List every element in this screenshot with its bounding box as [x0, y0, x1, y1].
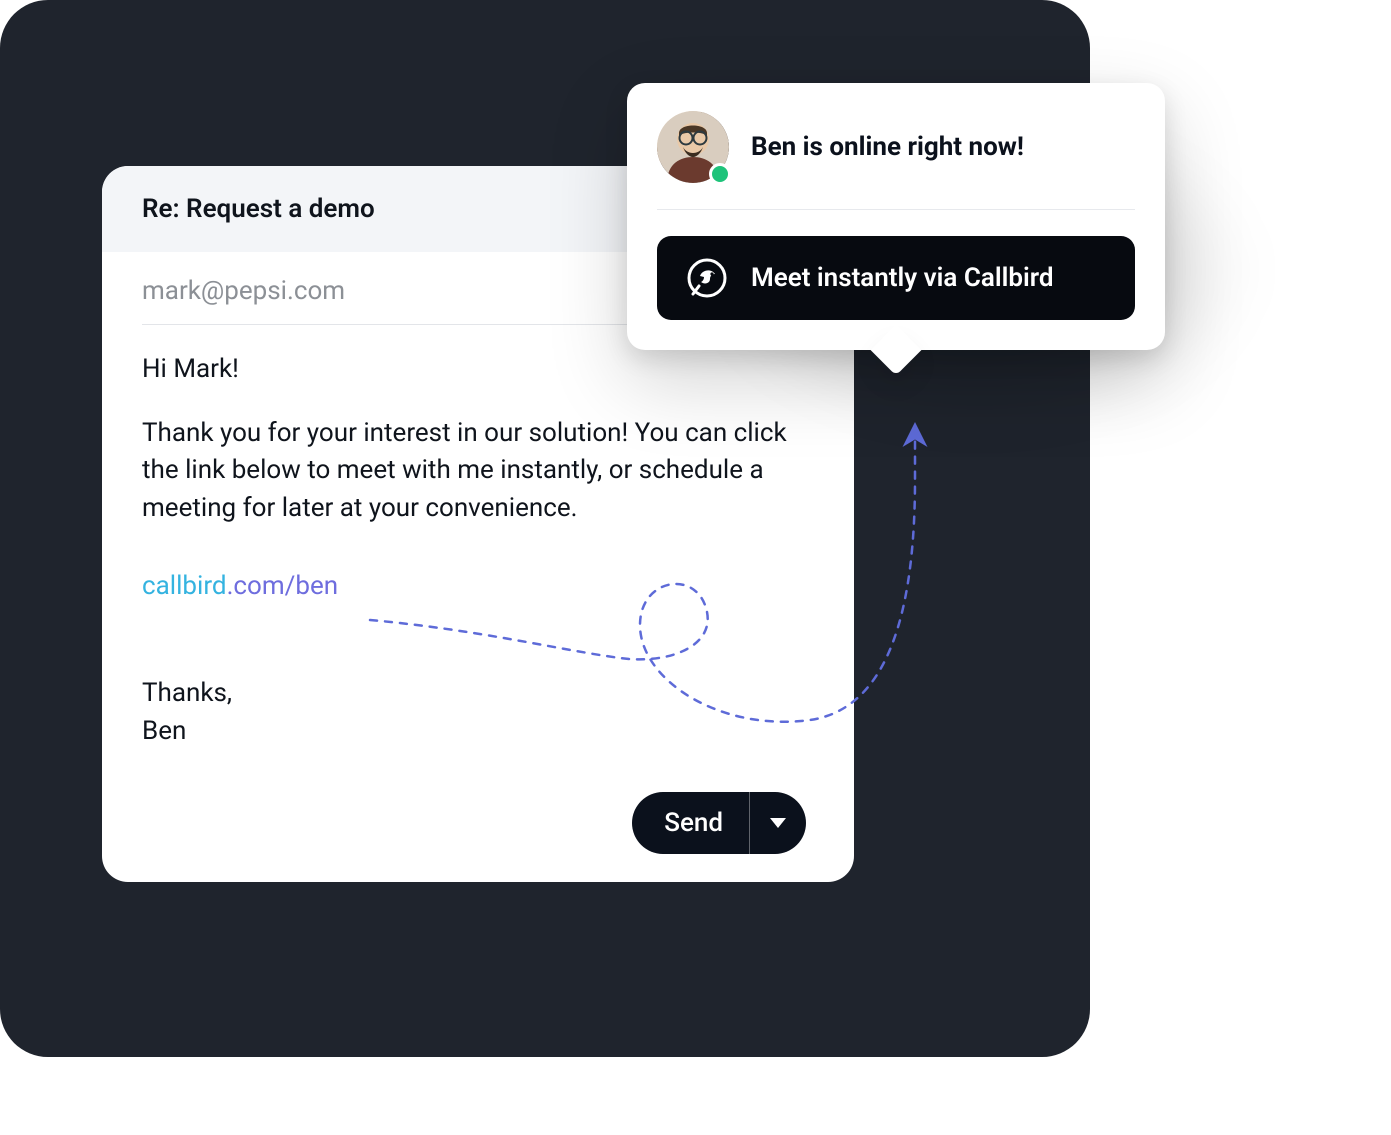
- meet-instantly-label: Meet instantly via Callbird: [751, 263, 1053, 293]
- presence-popup: Ben is online right now! Meet instantly …: [627, 83, 1165, 350]
- send-button-group: Send: [632, 792, 806, 854]
- email-paragraph: Thank you for your interest in our solut…: [142, 415, 814, 528]
- meeting-link-domain: callbird: [142, 571, 227, 601]
- meeting-link-path: .com/ben: [227, 571, 339, 601]
- email-signoff: Thanks, Ben: [142, 675, 814, 750]
- send-button[interactable]: Send: [632, 792, 750, 854]
- presence-indicator-icon: [709, 163, 731, 185]
- callbird-icon: [685, 256, 729, 300]
- meeting-link[interactable]: callbird.com/ben: [142, 568, 338, 606]
- caret-down-icon: [770, 818, 786, 828]
- signoff-thanks: Thanks,: [142, 675, 814, 713]
- meet-instantly-button[interactable]: Meet instantly via Callbird: [657, 236, 1135, 320]
- send-options-button[interactable]: [750, 818, 806, 828]
- avatar: [657, 111, 729, 183]
- signoff-name: Ben: [142, 713, 814, 751]
- email-greeting: Hi Mark!: [142, 351, 814, 389]
- presence-status-text: Ben is online right now!: [751, 132, 1024, 162]
- email-to-value: mark@pepsi.com: [142, 276, 345, 306]
